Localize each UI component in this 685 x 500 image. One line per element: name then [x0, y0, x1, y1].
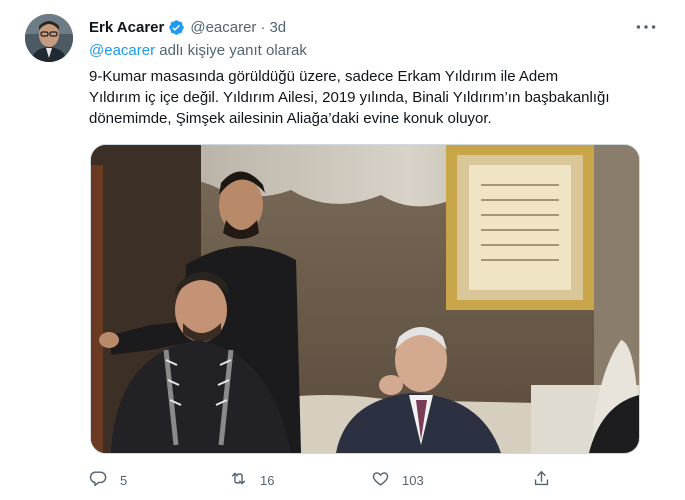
tweet[interactable]: Erk Acarer @eacarer · 3d @eacarer adlı k…	[0, 0, 685, 500]
share-icon	[532, 469, 551, 491]
tweet-text: 9-Kumar masasında görüldüğü üzere, sadec…	[89, 68, 610, 127]
share-button[interactable]	[532, 462, 551, 498]
tweet-header: Erk Acarer @eacarer · 3d	[89, 16, 286, 38]
timestamp[interactable]: 3d	[269, 19, 286, 36]
retweet-button[interactable]: 16	[229, 462, 274, 498]
display-name[interactable]: Erk Acarer	[89, 19, 164, 36]
like-icon	[371, 469, 390, 491]
avatar-photo	[25, 14, 73, 62]
action-bar: 5 16 103	[89, 462, 569, 498]
avatar[interactable]	[25, 14, 73, 62]
verified-badge-icon	[168, 19, 185, 36]
more-options-icon[interactable]	[633, 14, 659, 40]
tweet-photo[interactable]	[90, 144, 640, 454]
reply-context-label: adlı kişiye yanıt olarak	[155, 42, 307, 59]
separator-dot: ·	[260, 18, 266, 36]
photo-illustration	[91, 145, 639, 453]
reply-count: 5	[120, 472, 128, 488]
reply-context: @eacarer adlı kişiye yanıt olarak	[89, 42, 307, 59]
like-count: 103	[402, 472, 424, 488]
reply-mention-link[interactable]: @eacarer	[89, 42, 155, 59]
reply-icon	[89, 469, 108, 491]
retweet-count: 16	[260, 472, 275, 488]
retweet-icon	[229, 469, 248, 491]
like-button[interactable]: 103	[371, 462, 424, 498]
reply-button[interactable]: 5	[89, 462, 127, 498]
user-handle[interactable]: @eacarer	[190, 19, 256, 36]
